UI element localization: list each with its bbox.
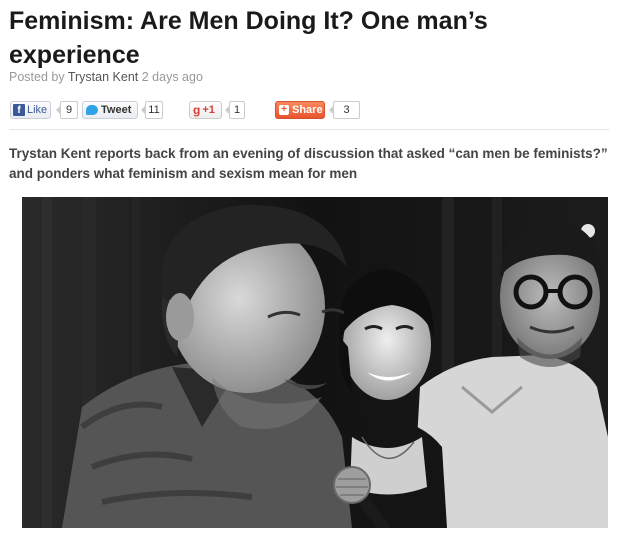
google-plus-one-count: 1 [225, 101, 245, 119]
share-label: Share [292, 104, 323, 116]
tweet-label: Tweet [101, 104, 132, 116]
facebook-like-label: Like [27, 104, 48, 116]
author-link[interactable]: Trystan Kent [68, 70, 138, 84]
photo-illustration [22, 197, 608, 528]
byline: Posted by Trystan Kent 2 days ago [9, 70, 203, 84]
facebook-icon: f [13, 104, 25, 116]
share-plus-icon: + [279, 105, 289, 115]
share-count: 3 [329, 101, 360, 119]
posted-time: 2 days ago [141, 70, 203, 84]
facebook-like-count: 9 [56, 101, 78, 119]
tweet-button[interactable]: Tweet [82, 101, 138, 119]
article-title: Feminism: Are Men Doing It? One man’s ex… [9, 7, 488, 69]
article-photo [22, 197, 608, 528]
twitter-bird-icon [86, 105, 98, 115]
google-plus-one-button[interactable]: g +1 [189, 101, 222, 119]
article-lead: Trystan Kent reports back from an evenin… [9, 146, 608, 181]
byline-prefix: Posted by [9, 70, 65, 84]
share-bar: f Like 9 Tweet 11 g +1 1 + Share 3 [10, 101, 610, 121]
share-button[interactable]: + Share [275, 101, 325, 119]
tweet-count: 11 [141, 101, 163, 119]
facebook-like-button[interactable]: f Like [10, 101, 51, 119]
google-plus-one-label: +1 [202, 104, 215, 116]
header-divider [9, 129, 609, 130]
google-plus-icon: g [193, 103, 201, 117]
